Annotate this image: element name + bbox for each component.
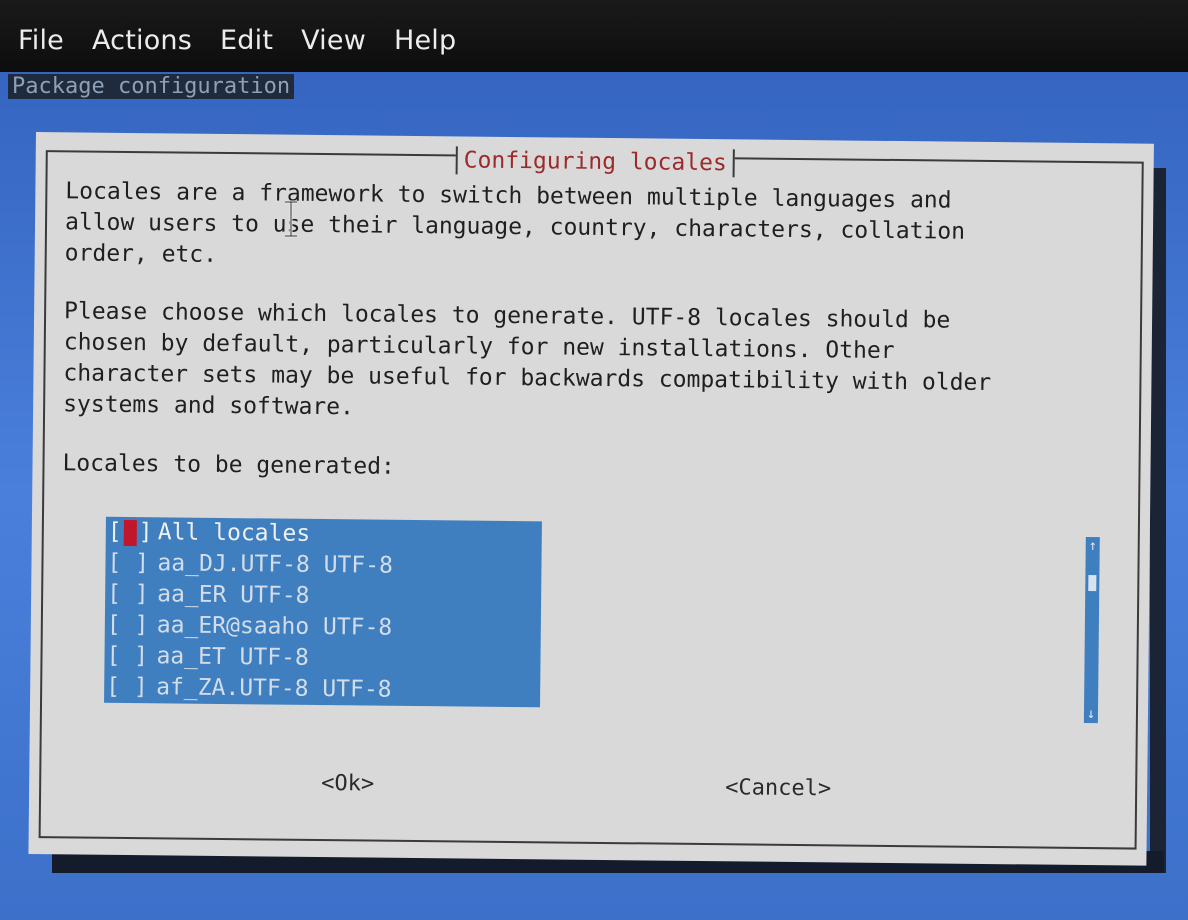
checkbox-selected[interactable]: [] bbox=[108, 517, 158, 549]
text-cursor-icon bbox=[123, 519, 137, 546]
checkbox[interactable]: [ ] bbox=[107, 579, 157, 611]
dialog-description: Locales are a framework to switch betwee… bbox=[64, 178, 966, 268]
menu-help[interactable]: Help bbox=[394, 25, 456, 56]
arrow-down-icon[interactable]: ↓ bbox=[1084, 705, 1098, 723]
locale-label: aa_DJ.UTF-8 UTF-8 bbox=[157, 550, 394, 579]
menubar: File Actions Edit View Help bbox=[0, 0, 1188, 72]
cancel-button[interactable]: <Cancel> bbox=[725, 775, 831, 801]
list-item[interactable]: [ ] aa_DJ.UTF-8 UTF-8 bbox=[105, 548, 541, 584]
locale-label: aa_ET UTF-8 bbox=[156, 643, 309, 671]
mouse-ibeam-icon bbox=[285, 200, 297, 238]
locale-label: aa_ER UTF-8 bbox=[157, 581, 310, 609]
locales-prompt: Locales to be generated: bbox=[62, 450, 395, 480]
dialog-title: Configuring locales bbox=[455, 146, 735, 178]
locale-label: aa_ER@saaho UTF-8 bbox=[156, 612, 393, 641]
list-scrollbar[interactable]: ↑ ↓ bbox=[1083, 537, 1100, 724]
checkbox[interactable]: [ ] bbox=[106, 641, 156, 673]
menu-file[interactable]: File bbox=[18, 25, 64, 56]
locales-list[interactable]: [] All locales [ ] aa_DJ.UTF-8 UTF-8 [ ] aa… bbox=[104, 516, 542, 708]
locale-label: af_ZA.UTF-8 UTF-8 bbox=[156, 674, 392, 703]
list-item[interactable]: [ ] aa_ER@saaho UTF-8 bbox=[105, 610, 541, 646]
dialog-instructions: Please choose which locales to generate.… bbox=[63, 298, 992, 421]
checkbox[interactable]: [ ] bbox=[107, 548, 157, 580]
locales-dialog: Configuring locales Locales are a framew… bbox=[28, 132, 1154, 866]
locale-label: All locales bbox=[157, 519, 311, 547]
checkbox[interactable]: [ ] bbox=[107, 610, 157, 642]
terminal-window[interactable]: Package configuration Configuring locale… bbox=[0, 72, 1188, 920]
menu-actions[interactable]: Actions bbox=[92, 25, 192, 56]
list-item[interactable]: [ ] af_ZA.UTF-8 UTF-8 bbox=[104, 672, 540, 708]
arrow-up-icon[interactable]: ↑ bbox=[1086, 537, 1100, 555]
terminal-title: Package configuration bbox=[8, 74, 295, 99]
scroll-thumb[interactable] bbox=[1088, 575, 1097, 592]
list-item[interactable]: [ ] aa_ER UTF-8 bbox=[105, 579, 541, 615]
menu-view[interactable]: View bbox=[301, 25, 366, 56]
list-item[interactable]: [] All locales bbox=[106, 517, 542, 553]
checkbox[interactable]: [ ] bbox=[106, 672, 156, 704]
menu-edit[interactable]: Edit bbox=[220, 25, 273, 56]
list-item[interactable]: [ ] aa_ET UTF-8 bbox=[104, 641, 540, 677]
ok-button[interactable]: <Ok> bbox=[321, 771, 374, 797]
